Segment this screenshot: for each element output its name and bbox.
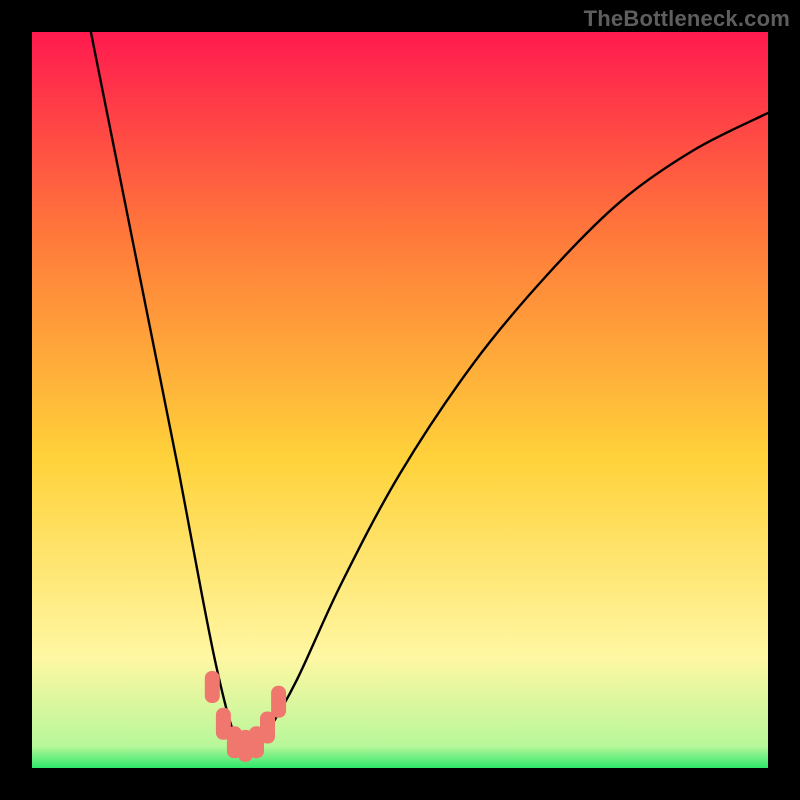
watermark-text: TheBottleneck.com — [584, 6, 790, 32]
chart-svg — [32, 32, 768, 768]
highlight-marker — [205, 671, 220, 703]
highlight-marker — [271, 686, 286, 718]
gradient-bg — [32, 32, 768, 768]
plot-area — [32, 32, 768, 768]
highlight-marker — [260, 712, 275, 744]
outer-frame: TheBottleneck.com — [0, 0, 800, 800]
